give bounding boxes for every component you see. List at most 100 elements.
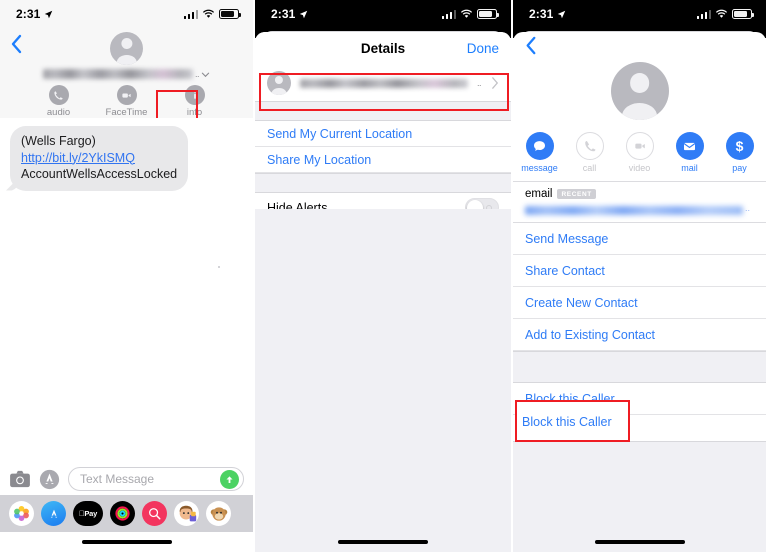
done-button[interactable]: Done [467, 41, 499, 56]
send-current-location-row[interactable]: Send My Current Location [255, 121, 511, 147]
battery-icon [219, 9, 241, 19]
status-bar-right [441, 9, 499, 19]
message-input-placeholder: Text Message [80, 472, 155, 486]
apple-pay-icon[interactable]: Pay [73, 501, 103, 526]
status-bar-left: 2:31 [16, 7, 53, 21]
info-circle-icon [184, 85, 205, 105]
panel-details-sheet: 2:31 Details Done .. Send My Current Loc… [255, 0, 511, 552]
send-message-row[interactable]: Send Message [513, 223, 766, 255]
status-bar: 2:31 [0, 0, 253, 28]
card-nav-bar [513, 32, 766, 60]
video-camera-icon [116, 85, 137, 105]
memoji-girl-icon[interactable] [174, 501, 199, 526]
thread-contact-name[interactable]: .. [0, 69, 253, 79]
redacted-contact-name [42, 69, 193, 79]
block-this-caller-row[interactable]: Block this Caller [513, 383, 766, 415]
phone-icon [575, 132, 604, 160]
add-to-existing-contact-label: Add to Existing Contact [525, 327, 655, 342]
status-bar-right [696, 9, 754, 19]
message-input[interactable]: Text Message [68, 467, 244, 491]
thread-action-info[interactable]: info [174, 85, 216, 118]
share-my-location-row[interactable]: Share My Location [255, 147, 511, 173]
thread-action-facetime[interactable]: FaceTime [106, 85, 148, 118]
email-field-label: email [525, 188, 553, 200]
status-bar-right [183, 9, 241, 19]
panel-messages-thread: 2:31 .. audio FaceTime info (Wells Fargo… [0, 0, 253, 552]
camera-icon[interactable] [9, 470, 31, 488]
contact-card-body: message call video mail $ pay email RECE… [513, 32, 766, 552]
scroll-dot [218, 266, 220, 268]
cellular-bars-icon [441, 9, 456, 19]
animoji-monkey-icon[interactable] [206, 501, 231, 526]
cellular-bars-icon [183, 9, 198, 19]
contact-address-ellipsis: .. [477, 78, 482, 88]
three-panel-screenshot: 2:31 .. audio FaceTime info (Wells Fargo… [0, 0, 766, 552]
thread-action-buttons: audio FaceTime info [0, 85, 253, 120]
email-value-ellipsis: .. [745, 202, 751, 213]
card-action-mail[interactable]: mail [673, 132, 707, 173]
send-current-location-label: Send My Current Location [267, 126, 413, 141]
contact-row[interactable]: .. [255, 65, 511, 101]
cellular-bars-icon [696, 9, 711, 19]
email-label-row: email RECENT [525, 188, 754, 200]
email-value-row: .. [525, 200, 754, 215]
card-action-mail-label: mail [681, 163, 698, 173]
message-bubble[interactable]: (Wells Fargo) http://bit.ly/2YkISMQ Accou… [10, 126, 188, 191]
card-action-buttons: message call video mail $ pay [513, 132, 766, 181]
share-contact-row[interactable]: Share Contact [513, 255, 766, 287]
page-title: Details [360, 41, 406, 56]
thread-header: .. audio FaceTime info [0, 28, 253, 135]
add-to-existing-contact-row[interactable]: Add to Existing Contact [513, 319, 766, 351]
sheet-empty-area [255, 209, 511, 552]
battery-icon [732, 9, 754, 19]
envelope-icon [675, 132, 704, 160]
card-action-call[interactable]: call [573, 132, 607, 173]
dollar-sign-icon: $ [725, 132, 754, 160]
redacted-email-value [525, 206, 743, 215]
message-link-line1[interactable]: http://bit.ly/ [21, 151, 81, 165]
app-store-icon[interactable] [39, 469, 60, 490]
location-arrow-icon [300, 10, 308, 18]
block-this-caller-label-overlay[interactable]: Block this Caller [522, 415, 612, 429]
status-bar: 2:31 [513, 0, 766, 28]
share-my-location-label: Share My Location [267, 152, 372, 167]
card-action-video-label: video [628, 163, 651, 173]
wifi-icon [460, 9, 473, 18]
thread-avatar-wrap[interactable] [0, 32, 253, 65]
thread-message-list: (Wells Fargo) http://bit.ly/2YkISMQ Accou… [0, 118, 253, 463]
wifi-icon [715, 9, 728, 18]
status-bar-left: 2:31 [529, 7, 566, 21]
back-chevron-icon[interactable] [523, 36, 538, 55]
home-indicator [338, 540, 428, 544]
location-arrow-icon [558, 10, 566, 18]
sheet-nav-bar: Details Done [255, 32, 511, 65]
thread-action-info-label: info [186, 107, 203, 118]
video-camera-icon [625, 132, 654, 160]
photos-icon[interactable] [9, 501, 34, 526]
message-bubble-icon [525, 132, 554, 160]
status-bar-left: 2:31 [271, 7, 308, 21]
status-badge: RECENT [557, 189, 596, 199]
send-arrow-up-icon[interactable] [220, 469, 239, 489]
battery-icon [477, 9, 499, 19]
email-field-block[interactable]: email RECENT .. [513, 182, 766, 222]
share-contact-label: Share Contact [525, 263, 605, 278]
imessage-app-drawer: Pay [0, 495, 253, 532]
card-action-video[interactable]: video [623, 132, 657, 173]
chevron-down-icon[interactable] [201, 70, 210, 79]
create-new-contact-row[interactable]: Create New Contact [513, 287, 766, 319]
activity-rings-icon[interactable] [110, 501, 135, 526]
message-composer: Text Message [0, 463, 253, 495]
status-bar: 2:31 [255, 0, 511, 28]
app-store-icon[interactable] [41, 501, 66, 526]
images-search-icon[interactable] [142, 501, 167, 526]
back-chevron-icon[interactable] [8, 34, 24, 54]
redacted-contact-address [300, 78, 468, 88]
card-action-pay-label: pay [732, 163, 747, 173]
person-avatar-icon [110, 32, 143, 65]
card-action-message[interactable]: message [521, 132, 558, 173]
card-action-pay[interactable]: $ pay [723, 132, 757, 173]
block-this-caller-label: Block this Caller [525, 391, 615, 406]
message-link-line2[interactable]: 2YkISMQ [81, 151, 135, 165]
thread-action-audio[interactable]: audio [38, 85, 80, 118]
